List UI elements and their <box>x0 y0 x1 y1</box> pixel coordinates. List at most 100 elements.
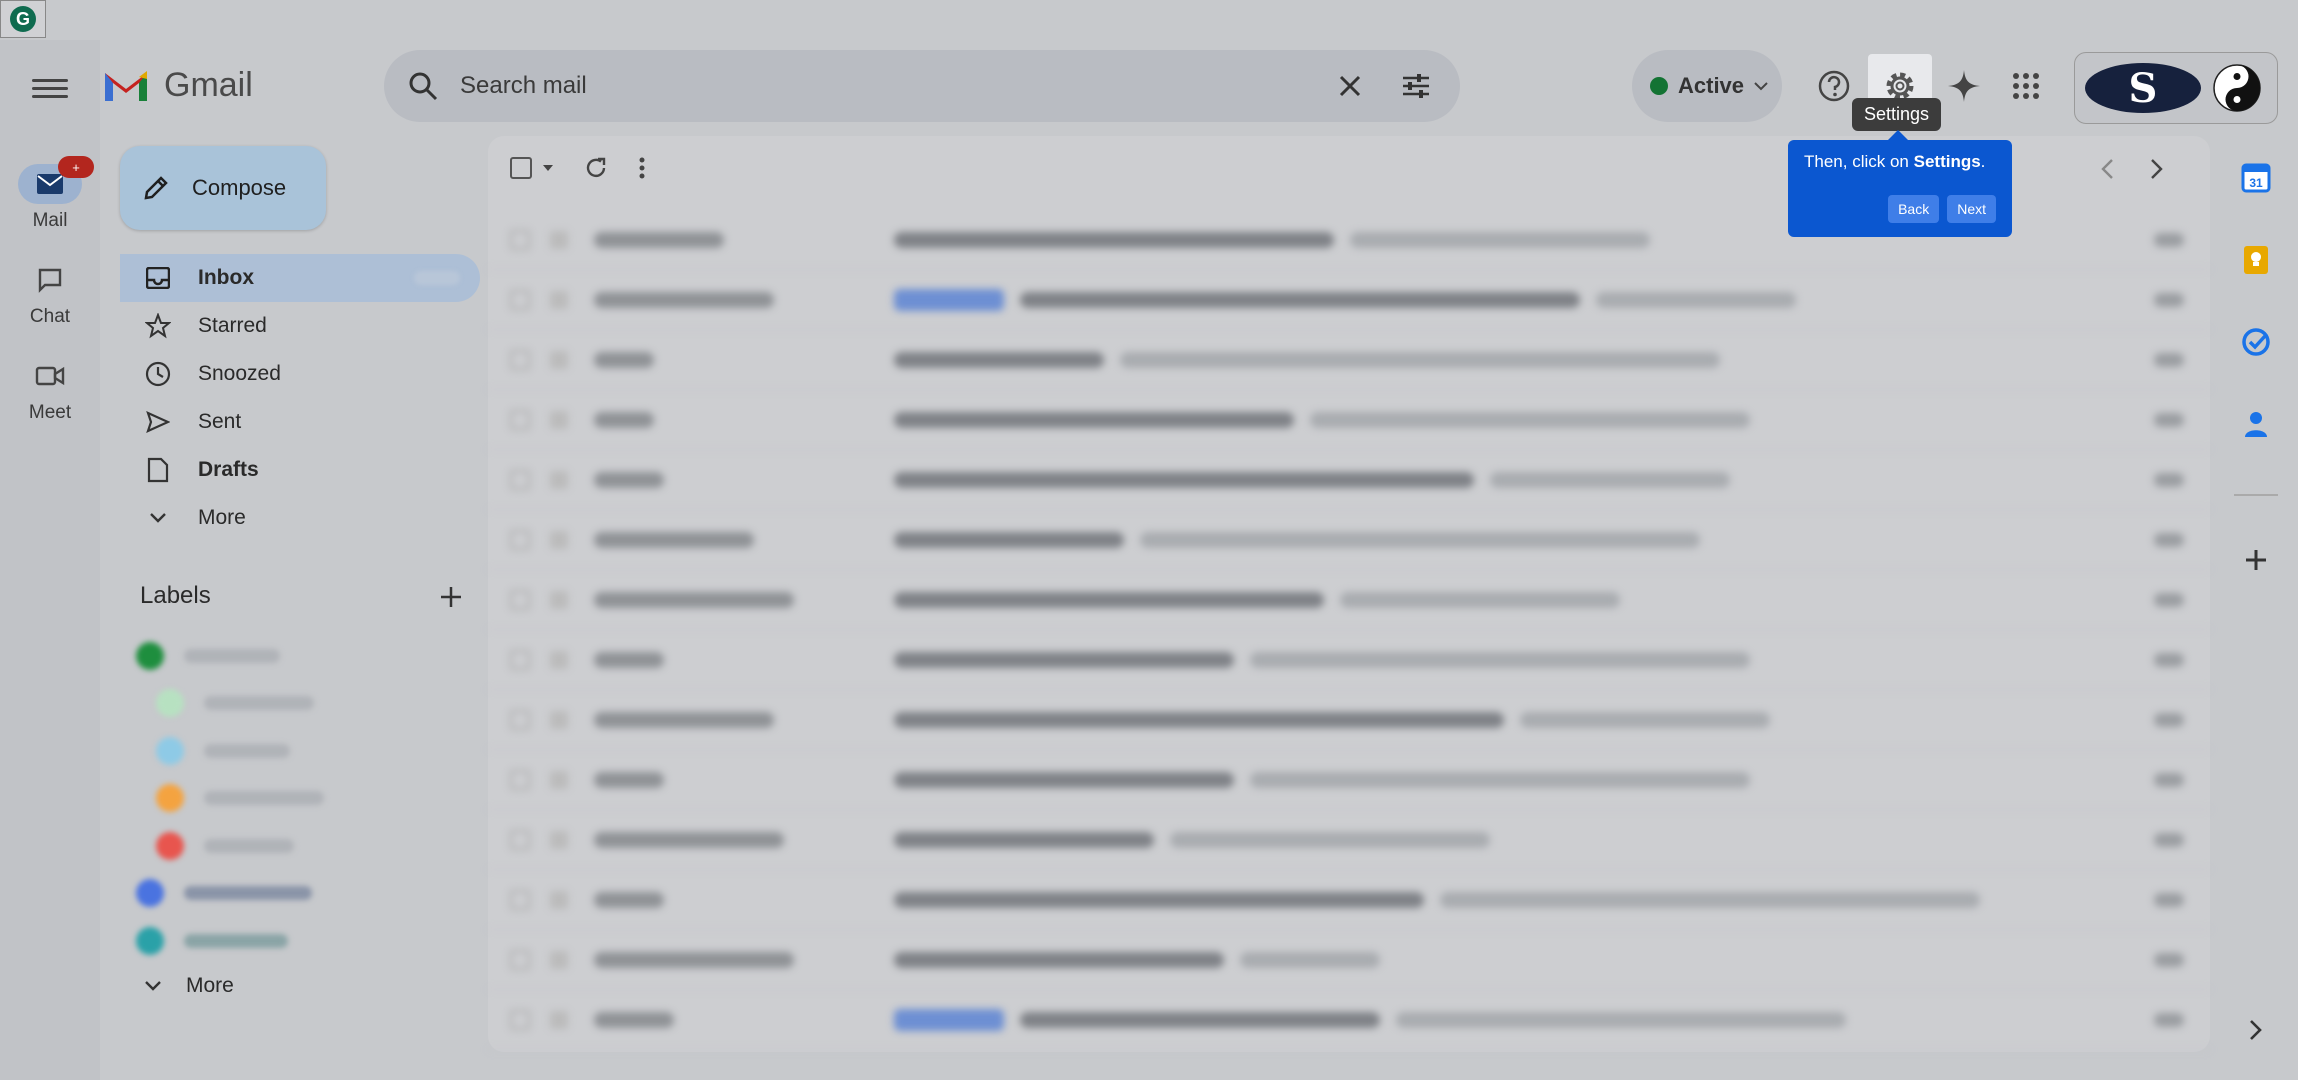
nav-label-snoozed: Snoozed <box>198 362 281 385</box>
clear-search-button[interactable] <box>1330 66 1370 106</box>
select-all-checkbox[interactable] <box>510 157 532 179</box>
send-icon <box>146 411 170 433</box>
tune-icon <box>1403 74 1429 98</box>
table-row[interactable] <box>488 330 2210 390</box>
active-status-dot <box>1650 77 1668 95</box>
nav-item-sent[interactable]: Sent <box>120 398 480 446</box>
nav-item-inbox[interactable]: Inbox <box>120 254 480 302</box>
label-item[interactable] <box>136 822 476 870</box>
label-item[interactable] <box>136 775 476 823</box>
video-camera-icon <box>35 366 65 386</box>
tasks-icon <box>2242 328 2270 356</box>
chevron-down-icon <box>150 513 166 523</box>
inbox-icon <box>146 267 170 289</box>
nav-label-sent: Sent <box>198 410 242 433</box>
contacts-app-button[interactable] <box>2238 406 2274 442</box>
table-row[interactable] <box>488 990 2210 1050</box>
chevron-down-icon <box>1754 82 1768 91</box>
search-input[interactable] <box>460 72 1304 100</box>
label-item[interactable] <box>136 870 476 918</box>
account-switcher[interactable]: S <box>2074 52 2278 124</box>
status-label: Active <box>1678 73 1745 98</box>
popover-text-suffix: . <box>1980 152 1986 171</box>
table-row[interactable] <box>488 690 2210 750</box>
pencil-icon <box>144 176 168 200</box>
chevron-left-icon[interactable] <box>2100 158 2114 180</box>
select-all-button[interactable] <box>510 157 554 179</box>
side-panel-divider <box>2234 494 2278 496</box>
grammarly-extension-badge[interactable]: G <box>0 0 46 38</box>
labels-more-label: More <box>186 974 234 997</box>
nav-item-more[interactable]: More <box>120 494 480 542</box>
calendar-icon: 31 <box>2241 163 2271 193</box>
chat-icon <box>38 268 62 293</box>
plus-icon <box>441 587 461 607</box>
table-row[interactable] <box>488 510 2210 570</box>
popover-back-button[interactable]: Back <box>1888 195 1940 223</box>
pagination-controls <box>2100 158 2164 180</box>
show-side-panel-button[interactable] <box>2238 1012 2274 1048</box>
apps-grid-icon <box>2013 73 2039 99</box>
popover-text-prefix: Then, click on <box>1804 152 1914 171</box>
nav-label-more: More <box>198 506 246 529</box>
message-rows <box>488 210 2210 1050</box>
nav-label-inbox: Inbox <box>198 266 254 289</box>
support-button[interactable] <box>1812 64 1856 108</box>
folder-nav: Inbox Starred Snoozed Sent Drafts More <box>120 254 480 542</box>
rail-item-mail[interactable]: + Mail <box>0 156 100 232</box>
caret-down-icon <box>543 165 553 171</box>
compose-button[interactable]: Compose <box>120 146 326 230</box>
keep-icon <box>2244 246 2268 274</box>
refresh-icon[interactable] <box>584 156 608 180</box>
table-row[interactable] <box>488 870 2210 930</box>
table-row[interactable] <box>488 750 2210 810</box>
nav-item-starred[interactable]: Starred <box>120 302 480 350</box>
gmail-logo[interactable]: Gmail <box>102 66 253 105</box>
chevron-down-icon <box>145 981 161 991</box>
search-icon[interactable] <box>408 71 438 101</box>
calendar-app-button[interactable]: 31 <box>2238 160 2274 196</box>
nav-item-snoozed[interactable]: Snoozed <box>120 350 480 398</box>
chevron-right-icon <box>2250 1020 2262 1040</box>
compose-label: Compose <box>192 175 287 200</box>
search-bar[interactable] <box>384 50 1460 122</box>
more-vert-icon[interactable] <box>638 156 646 180</box>
chevron-right-icon[interactable] <box>2150 158 2164 180</box>
status-selector[interactable]: Active <box>1632 50 1782 122</box>
table-row[interactable] <box>488 270 2210 330</box>
avatar[interactable] <box>2213 64 2261 112</box>
rail-item-chat[interactable]: Chat <box>0 260 100 328</box>
label-item[interactable] <box>136 917 476 965</box>
labels-list <box>136 632 476 965</box>
nav-item-drafts[interactable]: Drafts <box>120 446 480 494</box>
gemini-button[interactable] <box>1942 64 1986 108</box>
rail-item-meet[interactable]: Meet <box>0 356 100 424</box>
label-item[interactable] <box>136 680 476 728</box>
side-panel: 31 <box>2214 140 2298 1080</box>
table-row[interactable] <box>488 630 2210 690</box>
main-menu-button[interactable] <box>32 74 68 102</box>
table-row[interactable] <box>488 930 2210 990</box>
table-row[interactable] <box>488 810 2210 870</box>
table-row[interactable] <box>488 450 2210 510</box>
popover-next-button[interactable]: Next <box>1947 195 1996 223</box>
app-name: Gmail <box>164 66 253 104</box>
apps-button[interactable] <box>2004 64 2048 108</box>
keep-app-button[interactable] <box>2238 242 2274 278</box>
create-label-button[interactable] <box>436 582 466 612</box>
contacts-icon <box>2245 412 2267 437</box>
table-row[interactable] <box>488 570 2210 630</box>
list-toolbar <box>510 156 646 180</box>
inbox-unread-count <box>414 271 460 285</box>
sparkle-icon <box>1948 70 1980 102</box>
nav-label-starred: Starred <box>198 314 267 337</box>
star-icon <box>145 313 171 339</box>
popover-text-bold: Settings <box>1913 152 1981 171</box>
label-item[interactable] <box>136 632 476 680</box>
table-row[interactable] <box>488 390 2210 450</box>
labels-more[interactable]: More <box>144 974 234 998</box>
label-item[interactable] <box>136 727 476 775</box>
get-addons-button[interactable] <box>2238 542 2274 578</box>
tasks-app-button[interactable] <box>2238 324 2274 360</box>
search-options-button[interactable] <box>1396 66 1436 106</box>
